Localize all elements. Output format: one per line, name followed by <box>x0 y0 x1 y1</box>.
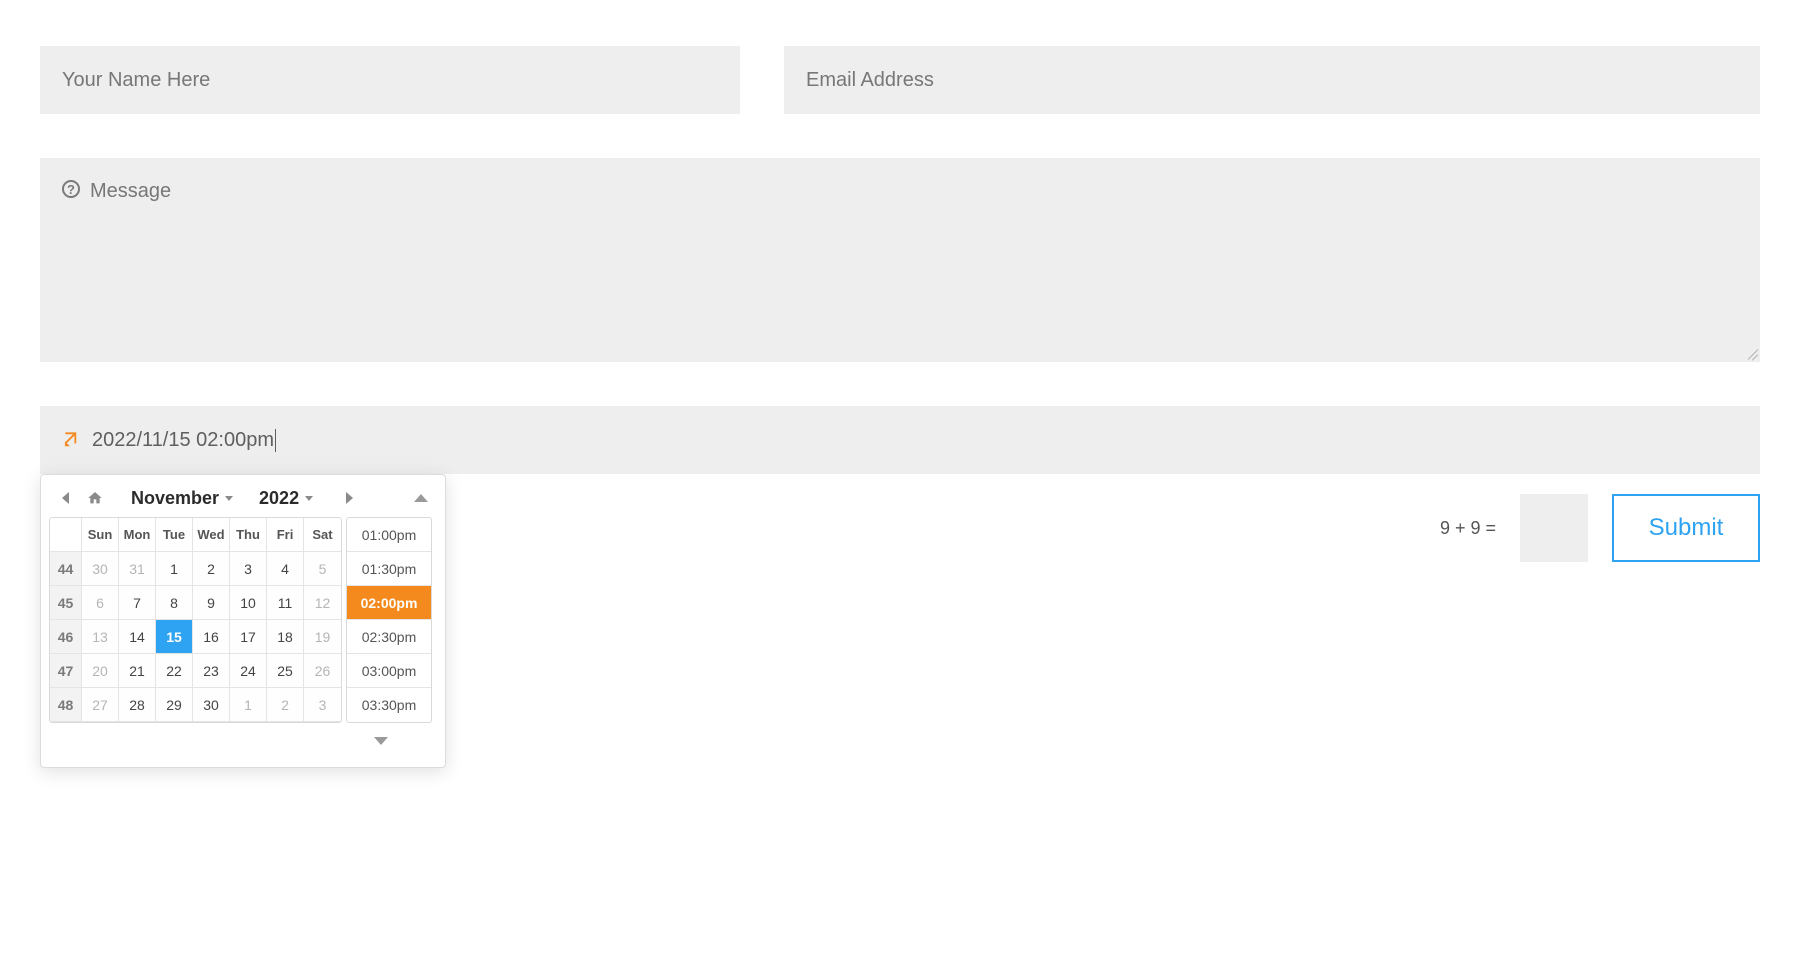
calendar-day[interactable]: 21 <box>119 654 156 688</box>
year-selector[interactable]: 2022 <box>259 488 313 509</box>
picker-body: SunMonTueWedThuFriSat4430311234545678910… <box>49 517 437 723</box>
name-input[interactable] <box>62 69 718 92</box>
calendar-day[interactable]: 10 <box>230 586 267 620</box>
calendar-day[interactable]: 28 <box>119 688 156 722</box>
calendar-day[interactable]: 19 <box>304 620 341 654</box>
week-number: 48 <box>50 688 82 722</box>
calendar-day[interactable]: 12 <box>304 586 341 620</box>
chevron-right-icon <box>346 492 353 504</box>
time-scroll-up-button[interactable] <box>409 486 433 510</box>
caret-down-icon <box>305 496 313 501</box>
calendar-day[interactable]: 23 <box>193 654 230 688</box>
calendar-day[interactable]: 6 <box>82 586 119 620</box>
year-label: 2022 <box>259 488 299 509</box>
help-icon[interactable]: ? <box>62 180 80 198</box>
calendar-grid: SunMonTueWedThuFriSat4430311234545678910… <box>49 517 342 723</box>
calendar-day[interactable]: 11 <box>267 586 304 620</box>
month-label: November <box>131 488 219 509</box>
calendar-day[interactable]: 13 <box>82 620 119 654</box>
datetime-field-wrapper[interactable]: 2022/11/15 02:00pm <box>40 406 1760 474</box>
calendar-day[interactable]: 30 <box>193 688 230 722</box>
week-number-header <box>50 518 82 552</box>
message-textarea[interactable] <box>62 180 1738 340</box>
triangle-down-icon <box>374 737 388 745</box>
calendar-day[interactable]: 17 <box>230 620 267 654</box>
calendar-day[interactable]: 16 <box>193 620 230 654</box>
captcha-label: 9 + 9 = <box>1440 518 1496 539</box>
captcha-input[interactable] <box>1520 494 1588 562</box>
home-icon <box>87 490 103 506</box>
today-button[interactable] <box>83 486 107 510</box>
week-number: 47 <box>50 654 82 688</box>
day-header: Tue <box>156 518 193 552</box>
calendar-day[interactable]: 22 <box>156 654 193 688</box>
datetime-value: 2022/11/15 02:00pm <box>92 429 276 452</box>
picker-header: November 2022 <box>49 483 437 517</box>
calendar-day[interactable]: 14 <box>119 620 156 654</box>
name-email-row <box>40 46 1760 114</box>
calendar-day[interactable]: 2 <box>267 688 304 722</box>
time-option[interactable]: 03:30pm <box>347 688 431 722</box>
calendar-day[interactable]: 1 <box>156 552 193 586</box>
time-list: 01:00pm01:30pm02:00pm02:30pm03:00pm03:30… <box>346 517 432 723</box>
prev-month-button[interactable] <box>53 486 77 510</box>
triangle-up-icon <box>414 494 428 502</box>
calendar-day[interactable]: 9 <box>193 586 230 620</box>
time-option[interactable]: 02:30pm <box>347 620 431 654</box>
message-field-wrapper: ? <box>40 158 1760 362</box>
day-header: Mon <box>119 518 156 552</box>
calendar-day[interactable]: 3 <box>230 552 267 586</box>
resize-handle-icon <box>1744 346 1758 360</box>
time-option[interactable]: 01:30pm <box>347 552 431 586</box>
time-option[interactable]: 01:00pm <box>347 518 431 552</box>
calendar-arrow-icon <box>62 430 82 450</box>
calendar-day[interactable]: 8 <box>156 586 193 620</box>
name-field-wrapper <box>40 46 740 114</box>
caret-down-icon <box>225 496 233 501</box>
day-header: Thu <box>230 518 267 552</box>
calendar-day[interactable]: 18 <box>267 620 304 654</box>
calendar-day[interactable]: 26 <box>304 654 341 688</box>
day-header: Sat <box>304 518 341 552</box>
calendar-day[interactable]: 30 <box>82 552 119 586</box>
day-header: Fri <box>267 518 304 552</box>
week-number: 45 <box>50 586 82 620</box>
week-number: 44 <box>50 552 82 586</box>
time-scroll-down-button[interactable] <box>369 729 393 753</box>
email-field-wrapper <box>784 46 1760 114</box>
time-option[interactable]: 03:00pm <box>347 654 431 688</box>
submit-button[interactable]: Submit <box>1612 494 1760 562</box>
calendar-day[interactable]: 1 <box>230 688 267 722</box>
calendar-day[interactable]: 24 <box>230 654 267 688</box>
time-option[interactable]: 02:00pm <box>347 586 431 620</box>
picker-footer <box>49 723 437 753</box>
chevron-left-icon <box>62 492 69 504</box>
calendar-day[interactable]: 15 <box>156 620 193 654</box>
calendar-day[interactable]: 7 <box>119 586 156 620</box>
calendar-day[interactable]: 3 <box>304 688 341 722</box>
calendar-day[interactable]: 5 <box>304 552 341 586</box>
day-header: Wed <box>193 518 230 552</box>
calendar-day[interactable]: 31 <box>119 552 156 586</box>
week-number: 46 <box>50 620 82 654</box>
calendar-day[interactable]: 4 <box>267 552 304 586</box>
calendar-day[interactable]: 27 <box>82 688 119 722</box>
datetime-picker-popup: November 2022 SunMonTueWedThuFriSat44303… <box>40 474 446 768</box>
month-selector[interactable]: November <box>131 488 233 509</box>
calendar-day[interactable]: 29 <box>156 688 193 722</box>
calendar-day[interactable]: 25 <box>267 654 304 688</box>
day-header: Sun <box>82 518 119 552</box>
next-month-button[interactable] <box>337 486 361 510</box>
calendar-day[interactable]: 20 <box>82 654 119 688</box>
email-input[interactable] <box>806 69 1738 92</box>
calendar-day[interactable]: 2 <box>193 552 230 586</box>
